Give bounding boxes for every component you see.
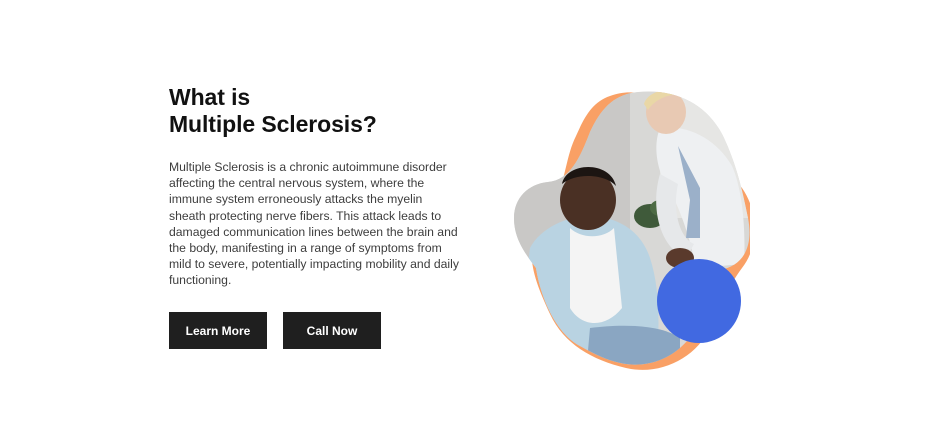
heading-line-1: What is — [169, 84, 251, 110]
text-column: What is Multiple Sclerosis? Multiple Scl… — [169, 84, 459, 289]
description-paragraph: Multiple Sclerosis is a chronic autoimmu… — [169, 160, 459, 288]
heading-line-2: Multiple Sclerosis? — [169, 111, 377, 137]
ms-info-section: What is Multiple Sclerosis? Multiple Scl… — [0, 0, 937, 429]
section-heading: What is Multiple Sclerosis? — [169, 84, 459, 138]
blue-circle-shape — [657, 259, 741, 343]
learn-more-button[interactable]: Learn More — [169, 312, 267, 349]
button-group: Learn More Call Now — [169, 312, 381, 349]
doctor-patient-photo-icon — [514, 91, 750, 370]
illustration — [510, 88, 750, 373]
call-now-button[interactable]: Call Now — [283, 312, 381, 349]
